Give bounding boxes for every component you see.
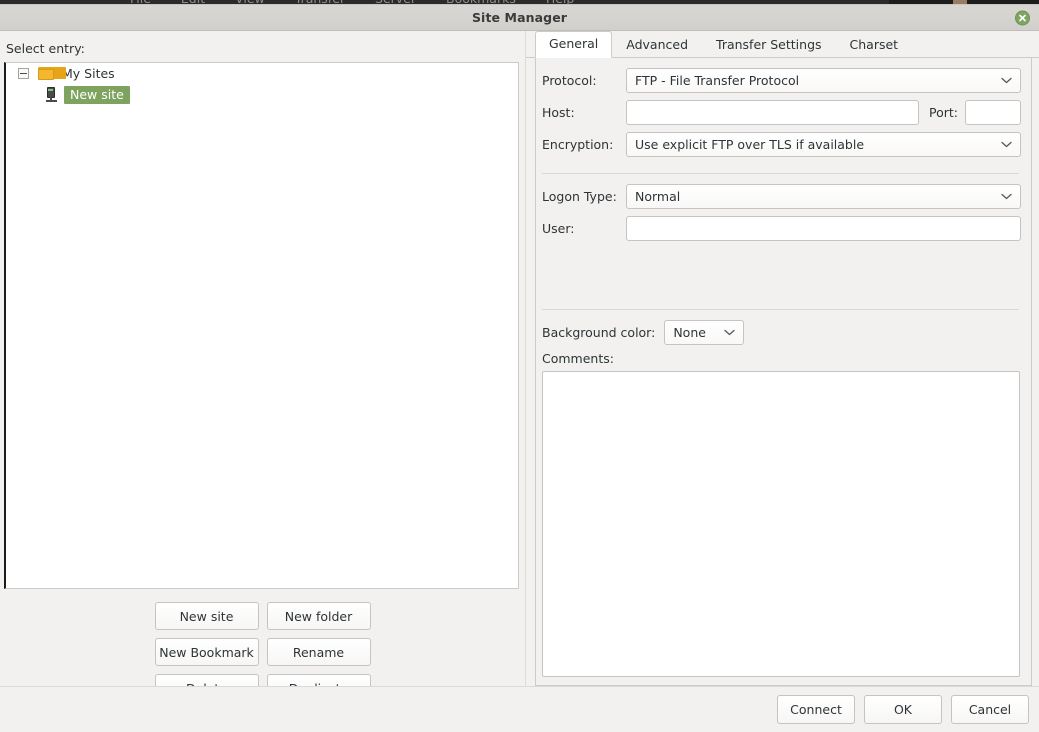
tree-item-new-site[interactable]: New site: [6, 84, 518, 105]
tab-advanced[interactable]: Advanced: [612, 32, 702, 58]
divider: [542, 173, 1019, 174]
new-bookmark-button[interactable]: New Bookmark: [154, 638, 259, 666]
chevron-down-icon: [1001, 193, 1012, 200]
comments-textarea[interactable]: [542, 371, 1020, 677]
form-spacer: [540, 248, 1021, 300]
logon-type-value: Normal: [635, 189, 681, 204]
protocol-value: FTP - File Transfer Protocol: [635, 73, 800, 88]
encryption-value: Use explicit FTP over TLS if available: [635, 137, 865, 152]
ok-button[interactable]: OK: [864, 695, 942, 724]
divider: [542, 309, 1019, 310]
new-folder-button[interactable]: New folder: [266, 602, 371, 630]
encryption-label: Encryption:: [542, 137, 614, 152]
left-panel: Select entry: My Sites New site New site…: [0, 31, 525, 702]
background-color-label: Background color:: [542, 325, 656, 340]
logon-type-row: Logon Type: Normal: [540, 184, 1021, 209]
chevron-down-icon: [1001, 141, 1012, 148]
dialog-body: Select entry: My Sites New site New site…: [0, 31, 1039, 702]
cancel-button[interactable]: Cancel: [951, 695, 1029, 724]
user-row: User:: [540, 216, 1021, 241]
tab-charset[interactable]: Charset: [836, 32, 913, 58]
server-icon: [46, 87, 57, 102]
port-label: Port:: [929, 105, 958, 120]
comments-label: Comments:: [542, 351, 614, 366]
protocol-label: Protocol:: [542, 73, 597, 88]
chevron-down-icon: [1001, 77, 1012, 84]
encryption-row: Encryption: Use explicit FTP over TLS if…: [540, 132, 1021, 157]
port-input[interactable]: [965, 100, 1021, 125]
tab-transfer-settings[interactable]: Transfer Settings: [702, 32, 836, 58]
settings-tabs: General Advanced Transfer Settings Chars…: [526, 31, 1039, 58]
protocol-row: Protocol: FTP - File Transfer Protocol: [540, 68, 1021, 93]
dialog-title: Site Manager: [471, 10, 568, 25]
dialog-titlebar: Site Manager: [0, 5, 1039, 31]
select-entry-label: Select entry:: [6, 41, 85, 56]
chevron-down-icon: [724, 329, 736, 336]
tree-item-label: My Sites: [62, 66, 115, 81]
rename-button[interactable]: Rename: [266, 638, 371, 666]
folder-icon: [38, 67, 66, 80]
tab-general[interactable]: General: [535, 31, 613, 58]
minus-box-icon[interactable]: [18, 68, 29, 79]
host-label: Host:: [542, 105, 575, 120]
logon-type-label: Logon Type:: [542, 189, 617, 204]
connect-button[interactable]: Connect: [777, 695, 855, 724]
logon-type-select[interactable]: Normal: [626, 184, 1021, 209]
host-row: Host: Port:: [540, 100, 1021, 125]
general-tab-panel: Protocol: FTP - File Transfer Protocol H…: [535, 58, 1032, 686]
tree-item-label: New site: [64, 85, 130, 104]
background-color-row: Background color: None: [540, 320, 1021, 345]
new-site-button[interactable]: New site: [154, 602, 259, 630]
site-tree[interactable]: My Sites New site: [4, 62, 519, 589]
site-manager-dialog: Site Manager Select entry: My Sites New …: [0, 4, 1039, 732]
user-label: User:: [542, 221, 575, 236]
close-icon[interactable]: [1015, 10, 1030, 25]
background-color-select[interactable]: None: [664, 320, 745, 345]
user-input[interactable]: [626, 216, 1021, 241]
dialog-footer: Connect OK Cancel: [0, 686, 1039, 732]
tree-item-my-sites[interactable]: My Sites: [6, 63, 518, 84]
host-input[interactable]: [626, 100, 919, 125]
background-color-value: None: [673, 325, 706, 340]
encryption-select[interactable]: Use explicit FTP over TLS if available: [626, 132, 1021, 157]
right-panel: General Advanced Transfer Settings Chars…: [525, 31, 1039, 686]
protocol-select[interactable]: FTP - File Transfer Protocol: [626, 68, 1021, 93]
